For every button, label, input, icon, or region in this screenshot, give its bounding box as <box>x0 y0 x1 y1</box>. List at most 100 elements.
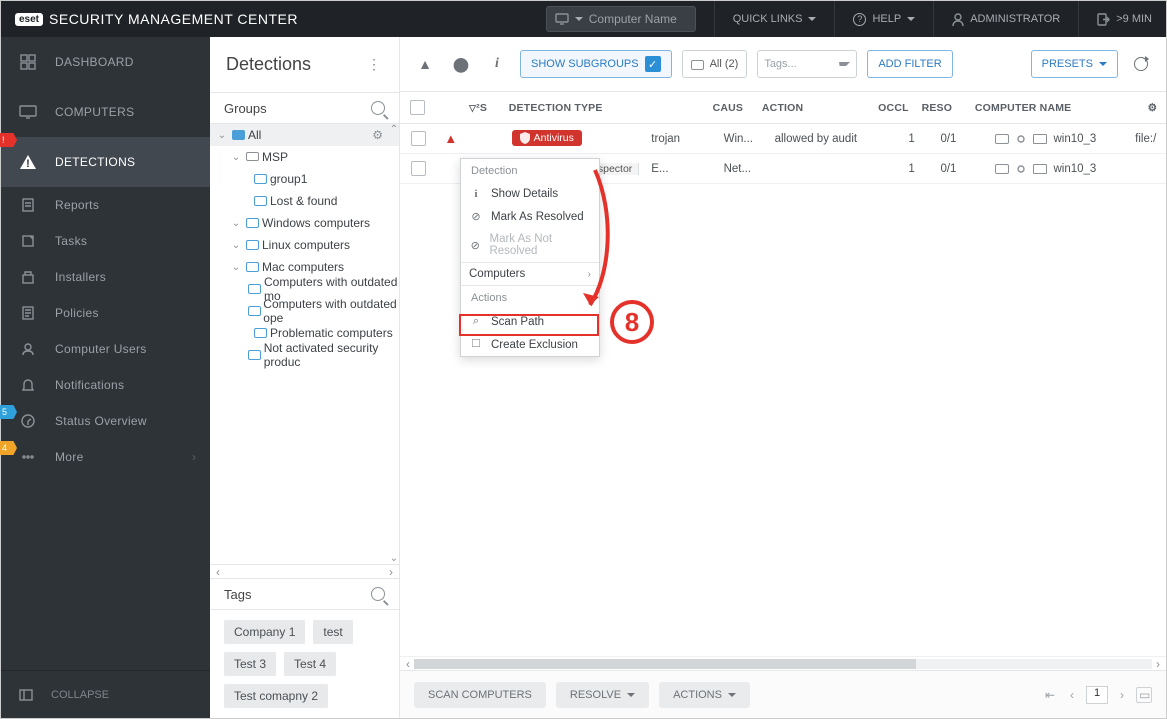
page-prev-icon[interactable]: ‹ <box>1064 688 1080 702</box>
folder-icon <box>248 350 261 360</box>
sidebar-dashboard-label: DASHBOARD <box>55 55 134 69</box>
tree-caret-icon[interactable]: ⌄ <box>230 240 242 251</box>
check-icon: ✓ <box>645 56 661 72</box>
tree-caret-icon[interactable]: ⌄ <box>230 152 242 163</box>
all-filter-button[interactable]: All (2) <box>682 50 748 78</box>
col-detection-type[interactable]: DETECTION TYPE <box>499 102 637 114</box>
page-number-input[interactable]: 1 <box>1086 686 1108 704</box>
tag-chip[interactable]: test <box>313 620 352 644</box>
tree-scrollbar[interactable]: ⌃⌄ <box>389 124 399 564</box>
col-resolved[interactable]: RESO <box>916 102 965 114</box>
sidebar-item-detections[interactable]: ! ! DETECTIONS <box>1 137 210 187</box>
sidebar-item-installers[interactable]: Installers <box>1 259 210 295</box>
row-checkbox[interactable] <box>411 161 426 176</box>
tree-row-windows[interactable]: ⌄ Windows computers <box>210 212 399 234</box>
tree-label: Problematic computers <box>270 326 393 340</box>
column-settings-icon[interactable]: ⚙ <box>1139 102 1166 114</box>
session-timeout[interactable]: >9 MIN <box>1078 1 1152 37</box>
search-icon[interactable] <box>371 101 385 115</box>
tag-chip[interactable]: Test comapny 2 <box>224 684 328 708</box>
tree-row-outdated-ope[interactable]: Computers with outdated ope <box>210 300 399 322</box>
table-row[interactable]: ▲ Antivirus trojan Win... allowed by aud… <box>400 124 1166 154</box>
error-filter-icon[interactable]: ⬤ <box>448 51 474 77</box>
quick-links-menu[interactable]: QUICK LINKS <box>714 1 817 37</box>
installers-icon <box>19 268 37 286</box>
menu-show-details[interactable]: iShow Details <box>461 183 599 205</box>
sidebar-item-tasks[interactable]: Tasks <box>1 223 210 259</box>
svg-text:!: ! <box>26 158 30 170</box>
presets-button[interactable]: PRESETS <box>1031 50 1118 78</box>
scan-computers-button[interactable]: SCAN COMPUTERS <box>414 682 546 708</box>
tree-caret-icon[interactable]: ⌄ <box>230 218 242 229</box>
chevron-down-icon[interactable] <box>839 62 850 66</box>
chevron-down-icon <box>1099 62 1107 66</box>
cell-desc: E... <box>645 163 717 175</box>
tree-row-group1[interactable]: group1 <box>210 168 399 190</box>
sidebar-item-policies[interactable]: Policies <box>1 295 210 331</box>
menu-create-exclusion[interactable]: 🞎Create Exclusion <box>461 333 599 356</box>
more-menu-icon[interactable]: ⋮ <box>367 56 383 73</box>
sidebar-item-computer-users[interactable]: Computer Users <box>1 331 210 367</box>
tag-chip[interactable]: Test 3 <box>224 652 276 676</box>
col-cause[interactable]: CAUS <box>707 102 756 114</box>
search-icon[interactable] <box>371 587 385 601</box>
help-icon: ? <box>853 13 866 26</box>
grid-h-scroll[interactable]: ‹› <box>400 656 1166 670</box>
gear-icon[interactable]: ⚙ <box>372 128 383 142</box>
page-next-icon[interactable]: › <box>1114 688 1130 702</box>
tree-row-lost-found[interactable]: Lost & found <box>210 190 399 212</box>
menu-scan-path[interactable]: ⌕Scan Path <box>461 310 599 333</box>
tree-caret-icon[interactable]: ⌄ <box>216 130 228 141</box>
sidebar-collapse-button[interactable]: COLLAPSE <box>1 670 210 718</box>
sidebar-item-reports[interactable]: Reports <box>1 187 210 223</box>
select-all-checkbox[interactable] <box>410 100 425 115</box>
warning-filter-icon[interactable]: ▲ <box>412 51 438 77</box>
page-size-icon[interactable]: ▭ <box>1136 687 1152 703</box>
resolve-button[interactable]: RESOLVE <box>556 682 649 708</box>
tree-row-msp[interactable]: ⌄ MSP <box>210 146 399 168</box>
cell-computer: win10_3 <box>985 163 1129 175</box>
menu-mark-resolved[interactable]: ⊘Mark As Resolved <box>461 205 599 228</box>
tree-row-all[interactable]: ⌄ All ⚙ <box>210 124 399 146</box>
col-computer-name[interactable]: COMPUTER NAME <box>965 102 1103 114</box>
actions-button[interactable]: ACTIONS <box>659 682 750 708</box>
add-filter-button[interactable]: ADD FILTER <box>867 50 952 78</box>
tree-row-linux[interactable]: ⌄ Linux computers <box>210 234 399 256</box>
refresh-button[interactable] <box>1128 51 1154 77</box>
administrator-menu[interactable]: ADMINISTRATOR <box>933 1 1060 37</box>
col-action[interactable]: ACTION <box>756 102 871 114</box>
computers-icon <box>19 103 37 121</box>
tags-filter-input[interactable]: Tags... <box>757 50 857 78</box>
row-checkbox[interactable] <box>411 131 426 146</box>
collapse-label: COLLAPSE <box>51 689 109 701</box>
col-time[interactable]: ▽²S <box>463 102 499 114</box>
page-first-icon[interactable]: ⇤ <box>1042 688 1058 702</box>
sidebar-item-computers[interactable]: COMPUTERS <box>1 87 210 137</box>
sidebar-policies-label: Policies <box>55 306 99 320</box>
tag-chip[interactable]: Company 1 <box>224 620 305 644</box>
link-icon <box>1015 133 1027 145</box>
sidebar-item-more[interactable]: 4 More › <box>1 439 210 475</box>
computer-search-input[interactable]: Computer Name <box>546 6 696 32</box>
antivirus-badge: Antivirus <box>512 130 582 146</box>
status-notch: 5 <box>0 405 17 419</box>
help-menu[interactable]: ? HELP <box>834 1 915 37</box>
sidebar-item-dashboard[interactable]: DASHBOARD <box>1 37 210 87</box>
cell-object: file:/ <box>1129 133 1166 145</box>
sidebar-item-notifications[interactable]: Notifications <box>1 367 210 403</box>
menu-computers[interactable]: Computers› <box>461 263 599 285</box>
col-occurred[interactable]: OCCL <box>871 102 915 114</box>
groups-panel: Detections ⋮ Groups ⌄ All ⚙ ⌄ <box>210 37 400 718</box>
chevron-down-icon <box>627 693 635 697</box>
cell-computer: win10_3 <box>985 133 1129 145</box>
tree-label: group1 <box>270 172 307 186</box>
sidebar-item-status-overview[interactable]: 5 Status Overview <box>1 403 210 439</box>
tree-caret-icon[interactable]: ⌄ <box>230 262 242 273</box>
show-subgroups-button[interactable]: SHOW SUBGROUPS ✓ <box>520 50 672 78</box>
tree-h-scroll[interactable]: ‹› <box>210 564 399 578</box>
tree-row-not-activated[interactable]: Not activated security produc <box>210 344 399 366</box>
tag-chip[interactable]: Test 4 <box>284 652 336 676</box>
sidebar-more-label: More <box>55 450 84 464</box>
folder-icon <box>248 284 261 294</box>
info-filter-icon[interactable]: i <box>484 51 510 77</box>
